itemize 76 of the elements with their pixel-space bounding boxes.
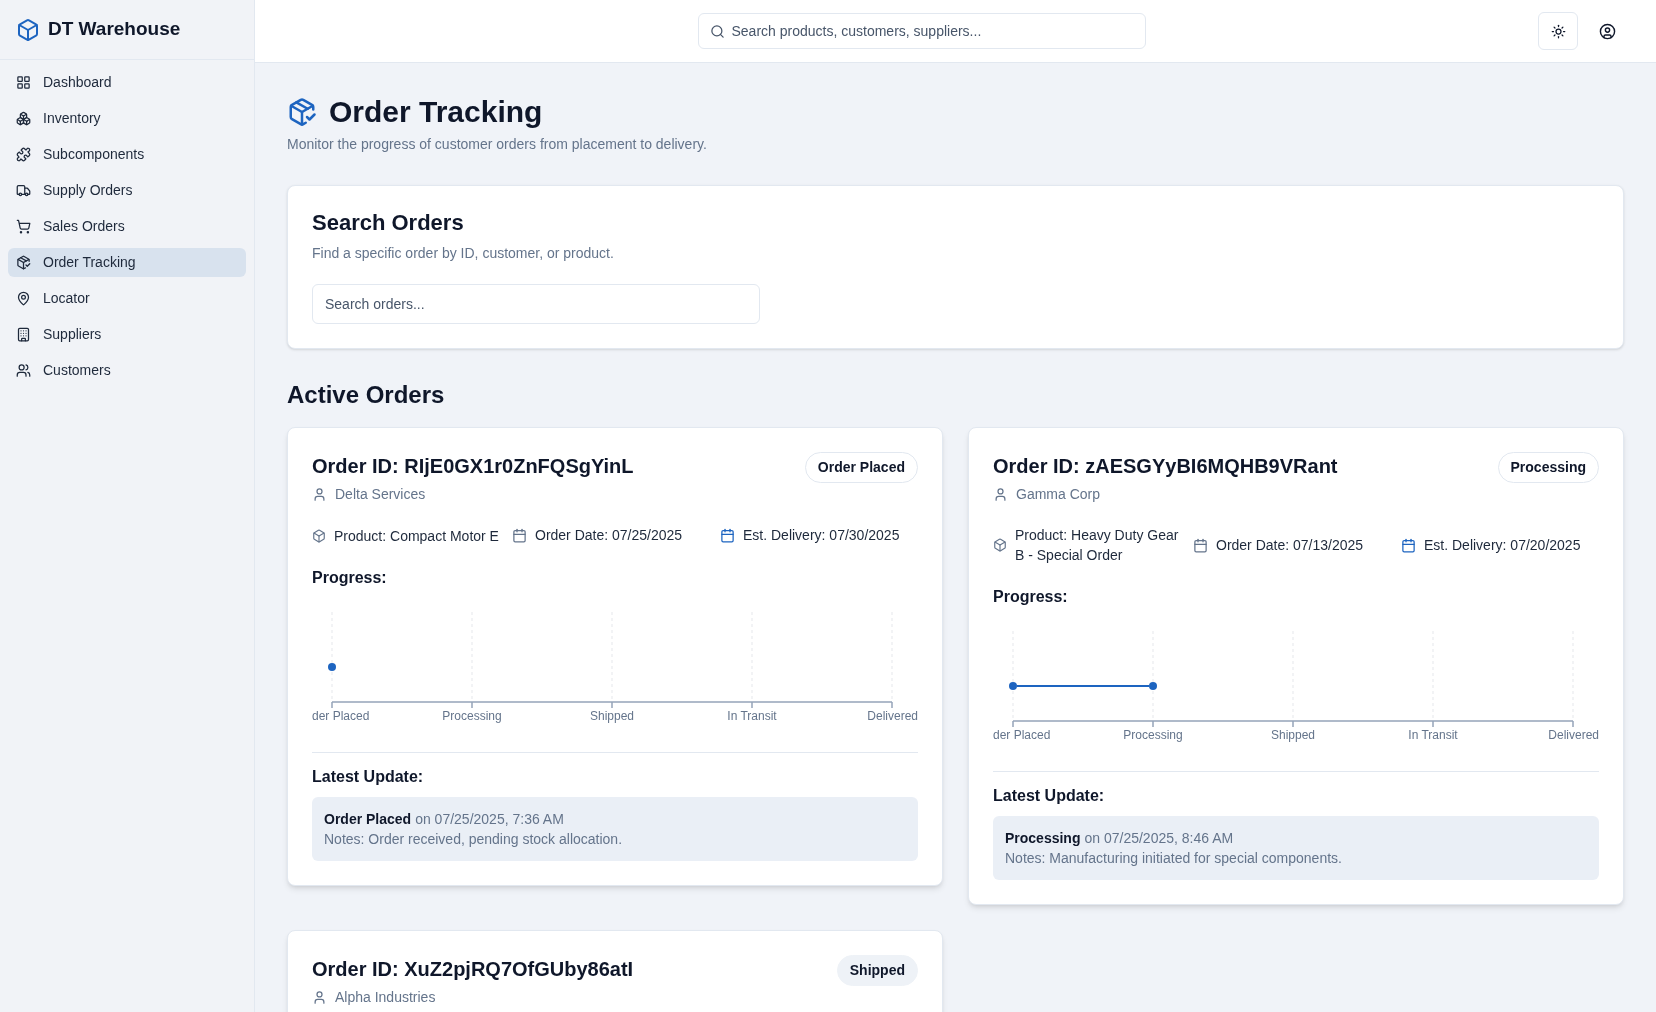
update-time: on 07/25/2025, 7:36 AM [415,810,564,829]
update-status: Order Placed [324,810,412,829]
users-icon [16,363,31,378]
stage-label: Processing [1123,728,1183,742]
grid-icon [16,75,31,90]
page-title: Order Tracking [329,94,543,130]
order-id: Order ID: zAESGYyBI6MQHB9VRant [993,454,1338,479]
order-date: Order Date: 07/25/2025 [535,526,683,545]
puzzle-icon [16,147,31,162]
update-notes: Notes: Order received, pending stock allocation. [324,830,624,849]
update-heading: Latest Update: [312,767,425,787]
stage-label: Processing [442,709,502,723]
calendar-icon [1193,537,1208,553]
customer-name: Gamma Corp [1016,485,1101,504]
update-status: Processing [1005,829,1081,848]
status-badge: Order Placed [804,452,918,483]
package-check-icon [287,96,317,127]
truck-icon [16,183,31,198]
order-id: Order ID: RIjE0GX1r0ZnFQSgYinL [312,454,634,479]
status-badge: Shipped [836,955,918,986]
order-search-field[interactable]: Search orders... [312,284,760,324]
package-check-icon [16,255,31,270]
stage-label: der Placed [312,709,370,723]
box-icon [312,528,326,543]
delivery-date: Est. Delivery: 07/30/2025 [743,526,900,545]
order-date: Order Date: 07/13/2025 [1216,535,1364,555]
card-title: Search Orders [312,209,465,237]
update-notes: Notes: Manufacturing initiated for special components. [1005,849,1343,868]
calendar-icon [720,528,735,543]
user-icon [312,990,327,1005]
sidebar-item[interactable]: Customers [8,356,246,385]
cart-icon [16,219,31,234]
map-pin-icon [16,291,31,306]
stage-label: In Transit [1408,728,1458,742]
global-search-field[interactable]: Search products, customers, suppliers... [697,13,1146,49]
sidebar-item[interactable]: Locator [8,284,246,313]
app-name: DT Warehouse [48,17,181,42]
stage-label: Shipped [1271,728,1315,742]
user-icon [993,487,1008,502]
status-badge: Processing [1497,452,1599,483]
building-icon [16,327,31,342]
customer-name: Delta Services [335,485,426,504]
user-circle-icon [1598,22,1616,40]
stage-label: der Placed [993,728,1051,742]
stage-label: Shipped [590,709,634,723]
sidebar-item[interactable]: Sales Orders [8,212,246,241]
order-id: Order ID: XuZ2pjRQ7OfGUby86atI [312,957,634,982]
sidebar-item[interactable]: Subcomponents [8,140,246,169]
cube-logo-icon [16,17,40,42]
page-subtitle: Monitor the progress of customer orders from placement to delivery. [287,135,708,154]
card-description: Find a specific order by ID, customer, or product. [312,244,615,263]
section-title: Active Orders [287,380,446,410]
product-text: Product: Compact Motor E [334,526,500,546]
stage-label: Delivered [1548,728,1599,742]
product-text: Product: Heavy Duty Gear B - Special Order [1015,526,1180,565]
sidebar-item[interactable]: Inventory [8,104,246,133]
stage-label: Delivered [867,709,918,723]
sidebar-item[interactable]: Suppliers [8,320,246,349]
customer-name: Alpha Industries [335,988,436,1007]
sidebar-item[interactable]: Dashboard [8,68,246,97]
user-icon [312,487,327,502]
boxes-icon [16,111,31,126]
progress-heading: Progress: [312,568,388,588]
update-heading: Latest Update: [993,786,1106,806]
theme-toggle-button[interactable] [1538,12,1578,50]
sun-icon [1550,23,1566,39]
progress-heading: Progress: [993,587,1069,607]
box-icon [993,538,1007,552]
calendar-icon [512,528,527,543]
calendar-icon [1401,537,1416,553]
stage-label: In Transit [727,709,777,723]
update-time: on 07/25/2025, 8:46 AM [1084,829,1234,848]
sidebar-item[interactable]: Supply Orders [8,176,246,205]
sidebar-item[interactable]: Order Tracking [8,248,246,277]
search-icon [709,24,725,39]
delivery-date: Est. Delivery: 07/20/2025 [1424,535,1581,555]
